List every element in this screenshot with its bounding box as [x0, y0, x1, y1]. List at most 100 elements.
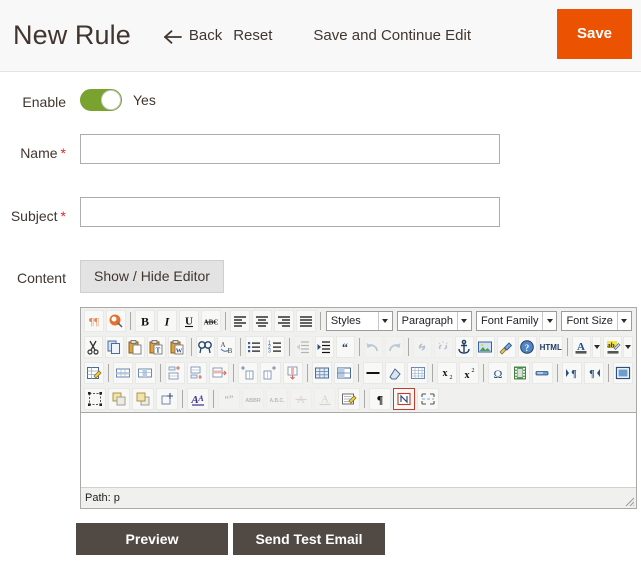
underline-icon[interactable]: U [178, 310, 199, 332]
link-icon[interactable] [412, 336, 432, 358]
svg-text:A: A [221, 341, 226, 349]
image-icon[interactable] [475, 336, 495, 358]
style-props-icon[interactable]: A A [187, 388, 209, 410]
insert-text-icon[interactable]: A [314, 388, 336, 410]
save-and-continue-edit-button[interactable]: Save and Continue Edit [313, 27, 471, 44]
back-button[interactable]: Back [163, 27, 222, 44]
anchor-icon[interactable] [454, 336, 474, 358]
paste-text-icon[interactable]: T [146, 336, 166, 358]
attributes-icon[interactable] [338, 388, 360, 410]
visual-chars-icon[interactable]: ¶¶ [84, 310, 104, 332]
table-row-properties-icon[interactable] [113, 362, 134, 384]
toggle-knob [101, 90, 121, 110]
background-color-icon[interactable]: ab [603, 336, 623, 358]
undo-icon[interactable] [363, 336, 383, 358]
bold-icon[interactable]: B [134, 310, 155, 332]
fullscreen-icon[interactable] [612, 362, 634, 384]
subject-input[interactable] [80, 197, 500, 227]
font-size-select[interactable]: Font Size [561, 311, 632, 331]
svg-text:U: U [185, 316, 193, 328]
remove-format-icon[interactable] [385, 362, 406, 384]
page-break-2-icon[interactable] [417, 388, 439, 410]
bullet-list-icon[interactable] [244, 336, 264, 358]
html-source-icon[interactable]: HTML [538, 336, 563, 358]
svg-text:B: B [228, 347, 233, 355]
text-color-icon[interactable]: A [571, 336, 591, 358]
align-justify-icon[interactable] [295, 310, 316, 332]
move-backward-icon[interactable] [156, 388, 178, 410]
find-replace-icon[interactable]: A B [216, 336, 236, 358]
toolbar-separator [566, 338, 568, 356]
name-input[interactable] [80, 134, 500, 164]
no-break-icon[interactable] [393, 388, 415, 410]
special-character-icon[interactable]: Ω [488, 362, 509, 384]
show-invisible-icon[interactable]: ¶ [369, 388, 391, 410]
chevron-down-icon [616, 312, 631, 330]
editor-content-area[interactable] [81, 412, 636, 488]
resize-handle[interactable] [622, 494, 635, 507]
superscript-icon[interactable]: x 2 [458, 362, 479, 384]
move-forward-icon[interactable] [132, 388, 154, 410]
help-icon[interactable]: ? [517, 336, 537, 358]
chevron-down-icon [542, 312, 556, 330]
delete-text-icon[interactable]: A [290, 388, 312, 410]
blockquote-icon[interactable]: “ [335, 336, 355, 358]
find-icon[interactable] [195, 336, 215, 358]
insert-column-before-icon[interactable] [238, 362, 259, 384]
numbered-list-icon[interactable]: 123 [265, 336, 285, 358]
merge-cells-icon[interactable] [333, 362, 355, 384]
subscript-icon[interactable]: x 2 [436, 362, 457, 384]
paste-word-icon[interactable]: W [167, 336, 187, 358]
show-hide-editor-button[interactable]: Show / Hide Editor [80, 260, 224, 293]
cleanup-icon[interactable] [496, 336, 516, 358]
delete-column-icon[interactable] [282, 362, 303, 384]
insert-row-after-icon[interactable] [186, 362, 207, 384]
unlink-icon[interactable] [433, 336, 453, 358]
align-left-icon[interactable] [229, 310, 250, 332]
paragraph-select[interactable]: Paragraph [396, 311, 472, 331]
styles-select[interactable]: Styles [325, 311, 393, 331]
align-right-icon[interactable] [273, 310, 294, 332]
toolbar-separator [306, 364, 308, 382]
toggle-guidelines-icon[interactable] [407, 362, 428, 384]
text-color-arrow[interactable] [591, 336, 602, 358]
enable-toggle-wrap: Yes [80, 89, 156, 111]
table-cell-properties-icon[interactable] [135, 362, 156, 384]
cut-icon[interactable] [84, 336, 103, 358]
select-all-icon[interactable] [84, 388, 106, 410]
font-family-select[interactable]: Font Family [475, 311, 558, 331]
reset-button[interactable]: Reset [233, 27, 272, 44]
insert-media-icon[interactable] [510, 362, 531, 384]
copy-icon[interactable] [104, 336, 124, 358]
citation-icon[interactable]: “” [218, 388, 240, 410]
redo-icon[interactable] [384, 336, 404, 358]
strikethrough-icon[interactable]: ABC [200, 310, 221, 332]
italic-icon[interactable]: I [156, 310, 177, 332]
send-test-email-button[interactable]: Send Test Email [233, 523, 385, 555]
editor-toolbar-row-3: x 2 x 2 Ω ¶ ¶ [81, 360, 636, 386]
paste-icon[interactable] [125, 336, 145, 358]
visual-blocks-icon[interactable] [105, 310, 126, 332]
insert-layer-icon[interactable] [108, 388, 130, 410]
enable-toggle[interactable] [80, 89, 122, 111]
save-button[interactable]: Save [557, 9, 632, 59]
svg-text:¶¶: ¶¶ [89, 316, 99, 328]
rtl-icon[interactable]: ¶ [583, 362, 604, 384]
insert-column-after-icon[interactable] [260, 362, 281, 384]
insert-edit-table-icon[interactable] [84, 362, 105, 384]
outdent-icon[interactable] [293, 336, 313, 358]
background-color-arrow[interactable] [623, 336, 634, 358]
ltr-icon[interactable]: ¶ [561, 362, 582, 384]
acronym-icon[interactable]: A.B.C. [266, 388, 288, 410]
abbreviation-icon[interactable]: ABBR [242, 388, 264, 410]
delete-row-icon[interactable] [208, 362, 230, 384]
insert-row-before-icon[interactable] [164, 362, 185, 384]
horizontal-rule-icon[interactable] [363, 362, 384, 384]
page-break-icon[interactable] [532, 362, 553, 384]
arrow-left-icon [163, 29, 183, 45]
styles-select-label: Styles [330, 315, 361, 327]
split-cells-icon[interactable] [311, 362, 332, 384]
align-center-icon[interactable] [251, 310, 272, 332]
indent-icon[interactable] [314, 336, 334, 358]
preview-button[interactable]: Preview [76, 523, 228, 555]
